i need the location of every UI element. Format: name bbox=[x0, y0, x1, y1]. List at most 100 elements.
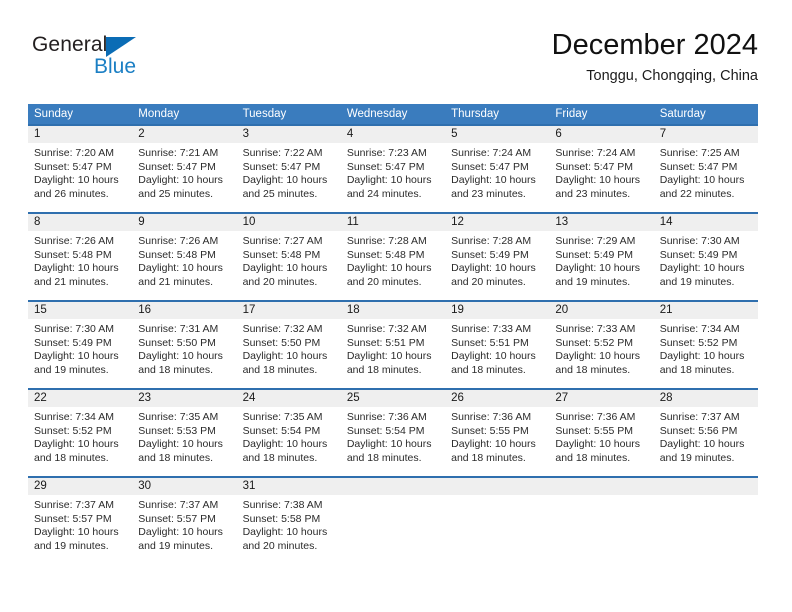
day-details: Sunrise: 7:37 AM Sunset: 5:57 PM Dayligh… bbox=[28, 495, 132, 553]
day-cell-empty bbox=[653, 478, 758, 564]
sunrise-text: Sunrise: 7:26 AM bbox=[34, 235, 114, 247]
day-cell[interactable]: 3 Sunrise: 7:22 AM Sunset: 5:47 PM Dayli… bbox=[236, 126, 341, 212]
day-details: Sunrise: 7:30 AM Sunset: 5:49 PM Dayligh… bbox=[28, 319, 132, 377]
sunrise-text: Sunrise: 7:37 AM bbox=[659, 411, 740, 423]
sunset-text: Sunset: 5:49 PM bbox=[555, 248, 634, 261]
day-cell[interactable]: 26 Sunrise: 7:36 AM Sunset: 5:55 PM Dayl… bbox=[445, 390, 550, 476]
day-details: Sunrise: 7:32 AM Sunset: 5:50 PM Dayligh… bbox=[237, 319, 341, 377]
day-number: 15 bbox=[28, 302, 133, 319]
sunrise-text: Sunrise: 7:22 AM bbox=[242, 147, 323, 159]
sunset-text: Sunset: 5:48 PM bbox=[242, 248, 321, 261]
day-cell[interactable]: 4 Sunrise: 7:23 AM Sunset: 5:47 PM Dayli… bbox=[340, 126, 446, 212]
day-details: Sunrise: 7:21 AM Sunset: 5:47 PM Dayligh… bbox=[132, 143, 236, 201]
day-cell[interactable]: 7 Sunrise: 7:25 AM Sunset: 5:47 PM Dayli… bbox=[653, 126, 758, 212]
title-block: December 2024 Tonggu, Chongqing, China bbox=[552, 28, 758, 86]
sunset-text: Sunset: 5:55 PM bbox=[555, 424, 634, 437]
week-row: 8 Sunrise: 7:26 AM Sunset: 5:48 PM Dayli… bbox=[28, 212, 758, 300]
logo-text-blue: Blue bbox=[94, 55, 137, 78]
daylight-text-line2: and 26 minutes. bbox=[34, 187, 109, 200]
day-cell[interactable]: 8 Sunrise: 7:26 AM Sunset: 5:48 PM Dayli… bbox=[28, 214, 133, 300]
day-cell[interactable]: 1 Sunrise: 7:20 AM Sunset: 5:47 PM Dayli… bbox=[28, 126, 133, 212]
daylight-text-line1: Daylight: 10 hours bbox=[242, 438, 328, 451]
day-number: 1 bbox=[28, 126, 133, 143]
daylight-text-line1: Daylight: 10 hours bbox=[451, 174, 536, 187]
daylight-text-line2: and 18 minutes. bbox=[138, 363, 213, 376]
page-title: December 2024 bbox=[551, 29, 758, 61]
day-cell[interactable]: 25 Sunrise: 7:36 AM Sunset: 5:54 PM Dayl… bbox=[340, 390, 446, 476]
daylight-text-line1: Daylight: 10 hours bbox=[659, 350, 745, 363]
sunrise-text: Sunrise: 7:37 AM bbox=[34, 499, 114, 511]
daylight-text-line1: Daylight: 10 hours bbox=[34, 438, 119, 451]
day-cell[interactable]: 30 Sunrise: 7:37 AM Sunset: 5:57 PM Dayl… bbox=[132, 478, 237, 564]
day-cell[interactable]: 22 Sunrise: 7:34 AM Sunset: 5:52 PM Dayl… bbox=[28, 390, 133, 476]
weekday-header-wednesday: Wednesday bbox=[346, 108, 408, 120]
sunset-text: Sunset: 5:50 PM bbox=[138, 336, 216, 349]
sunrise-text: Sunrise: 7:24 AM bbox=[451, 147, 532, 159]
day-cell[interactable]: 12 Sunrise: 7:28 AM Sunset: 5:49 PM Dayl… bbox=[445, 214, 550, 300]
daylight-text-line2: and 19 minutes. bbox=[34, 539, 109, 552]
day-cell[interactable]: 29 Sunrise: 7:37 AM Sunset: 5:57 PM Dayl… bbox=[28, 478, 133, 564]
sunrise-text: Sunrise: 7:26 AM bbox=[138, 235, 219, 247]
day-cell[interactable]: 6 Sunrise: 7:24 AM Sunset: 5:47 PM Dayli… bbox=[549, 126, 654, 212]
sunset-text: Sunset: 5:51 PM bbox=[346, 336, 425, 349]
day-cell[interactable]: 18 Sunrise: 7:32 AM Sunset: 5:51 PM Dayl… bbox=[340, 302, 446, 388]
daylight-text-line2: and 19 minutes. bbox=[659, 275, 735, 288]
sunset-text: Sunset: 5:47 PM bbox=[659, 160, 738, 173]
daylight-text-line2: and 18 minutes. bbox=[346, 363, 422, 376]
sunrise-text: Sunrise: 7:33 AM bbox=[451, 323, 532, 335]
day-cell[interactable]: 13 Sunrise: 7:29 AM Sunset: 5:49 PM Dayl… bbox=[549, 214, 654, 300]
daylight-text-line2: and 20 minutes. bbox=[346, 275, 422, 288]
day-details: Sunrise: 7:25 AM Sunset: 5:47 PM Dayligh… bbox=[654, 143, 758, 201]
day-number: 28 bbox=[653, 390, 758, 407]
day-cell[interactable]: 5 Sunrise: 7:24 AM Sunset: 5:47 PM Dayli… bbox=[445, 126, 550, 212]
day-cell[interactable]: 15 Sunrise: 7:30 AM Sunset: 5:49 PM Dayl… bbox=[28, 302, 133, 388]
day-cell[interactable]: 27 Sunrise: 7:36 AM Sunset: 5:55 PM Dayl… bbox=[549, 390, 654, 476]
day-cell[interactable]: 2 Sunrise: 7:21 AM Sunset: 5:47 PM Dayli… bbox=[132, 126, 237, 212]
day-number: 12 bbox=[445, 214, 550, 231]
daylight-text-line2: and 18 minutes. bbox=[451, 451, 526, 464]
sunrise-text: Sunrise: 7:38 AM bbox=[242, 499, 323, 511]
day-cell[interactable]: 14 Sunrise: 7:30 AM Sunset: 5:49 PM Dayl… bbox=[653, 214, 758, 300]
daylight-text-line1: Daylight: 10 hours bbox=[659, 262, 745, 275]
sunset-text: Sunset: 5:57 PM bbox=[138, 512, 216, 525]
sunrise-text: Sunrise: 7:36 AM bbox=[451, 411, 532, 423]
sunrise-text: Sunrise: 7:29 AM bbox=[555, 235, 636, 247]
day-cell[interactable]: 21 Sunrise: 7:34 AM Sunset: 5:52 PM Dayl… bbox=[653, 302, 758, 388]
sunrise-text: Sunrise: 7:35 AM bbox=[242, 411, 323, 423]
day-details: Sunrise: 7:27 AM Sunset: 5:48 PM Dayligh… bbox=[237, 231, 341, 289]
day-cell[interactable]: 11 Sunrise: 7:28 AM Sunset: 5:48 PM Dayl… bbox=[340, 214, 446, 300]
day-details: Sunrise: 7:37 AM Sunset: 5:56 PM Dayligh… bbox=[654, 407, 758, 465]
day-cell[interactable]: 19 Sunrise: 7:33 AM Sunset: 5:51 PM Dayl… bbox=[445, 302, 550, 388]
day-number: 31 bbox=[236, 478, 341, 495]
daylight-text-line2: and 24 minutes. bbox=[346, 187, 422, 200]
day-details: Sunrise: 7:31 AM Sunset: 5:50 PM Dayligh… bbox=[132, 319, 236, 377]
day-cell[interactable]: 16 Sunrise: 7:31 AM Sunset: 5:50 PM Dayl… bbox=[132, 302, 237, 388]
day-cell[interactable]: 10 Sunrise: 7:27 AM Sunset: 5:48 PM Dayl… bbox=[236, 214, 341, 300]
daylight-text-line1: Daylight: 10 hours bbox=[138, 526, 223, 539]
day-details: Sunrise: 7:34 AM Sunset: 5:52 PM Dayligh… bbox=[654, 319, 758, 377]
day-cell[interactable]: 20 Sunrise: 7:33 AM Sunset: 5:52 PM Dayl… bbox=[549, 302, 654, 388]
daylight-text-line2: and 18 minutes. bbox=[242, 451, 318, 464]
day-cell[interactable]: 31 Sunrise: 7:38 AM Sunset: 5:58 PM Dayl… bbox=[236, 478, 341, 564]
page-masthead: General Blue December 2024 Tonggu, Chong… bbox=[28, 28, 758, 96]
week-row: 29 Sunrise: 7:37 AM Sunset: 5:57 PM Dayl… bbox=[28, 476, 758, 564]
daylight-text-line2: and 19 minutes. bbox=[555, 275, 631, 288]
day-details: Sunrise: 7:20 AM Sunset: 5:47 PM Dayligh… bbox=[28, 143, 132, 201]
general-blue-logo[interactable]: General Blue bbox=[32, 33, 212, 89]
day-cell-empty bbox=[340, 478, 446, 564]
day-cell[interactable]: 17 Sunrise: 7:32 AM Sunset: 5:50 PM Dayl… bbox=[236, 302, 341, 388]
day-cell[interactable]: 24 Sunrise: 7:35 AM Sunset: 5:54 PM Dayl… bbox=[236, 390, 341, 476]
sunset-text: Sunset: 5:51 PM bbox=[451, 336, 529, 349]
daylight-text-line2: and 23 minutes. bbox=[555, 187, 631, 200]
day-details: Sunrise: 7:37 AM Sunset: 5:57 PM Dayligh… bbox=[132, 495, 236, 553]
daylight-text-line2: and 20 minutes. bbox=[242, 275, 318, 288]
sunset-text: Sunset: 5:49 PM bbox=[451, 248, 529, 261]
day-details: Sunrise: 7:32 AM Sunset: 5:51 PM Dayligh… bbox=[341, 319, 445, 377]
day-number: 3 bbox=[236, 126, 341, 143]
day-cell[interactable]: 28 Sunrise: 7:37 AM Sunset: 5:56 PM Dayl… bbox=[653, 390, 758, 476]
weekday-header-sunday: Sunday bbox=[34, 108, 74, 120]
day-cell[interactable]: 9 Sunrise: 7:26 AM Sunset: 5:48 PM Dayli… bbox=[132, 214, 237, 300]
daylight-text-line1: Daylight: 10 hours bbox=[242, 526, 328, 539]
day-cell[interactable]: 23 Sunrise: 7:35 AM Sunset: 5:53 PM Dayl… bbox=[132, 390, 237, 476]
daylight-text-line2: and 19 minutes. bbox=[659, 451, 735, 464]
